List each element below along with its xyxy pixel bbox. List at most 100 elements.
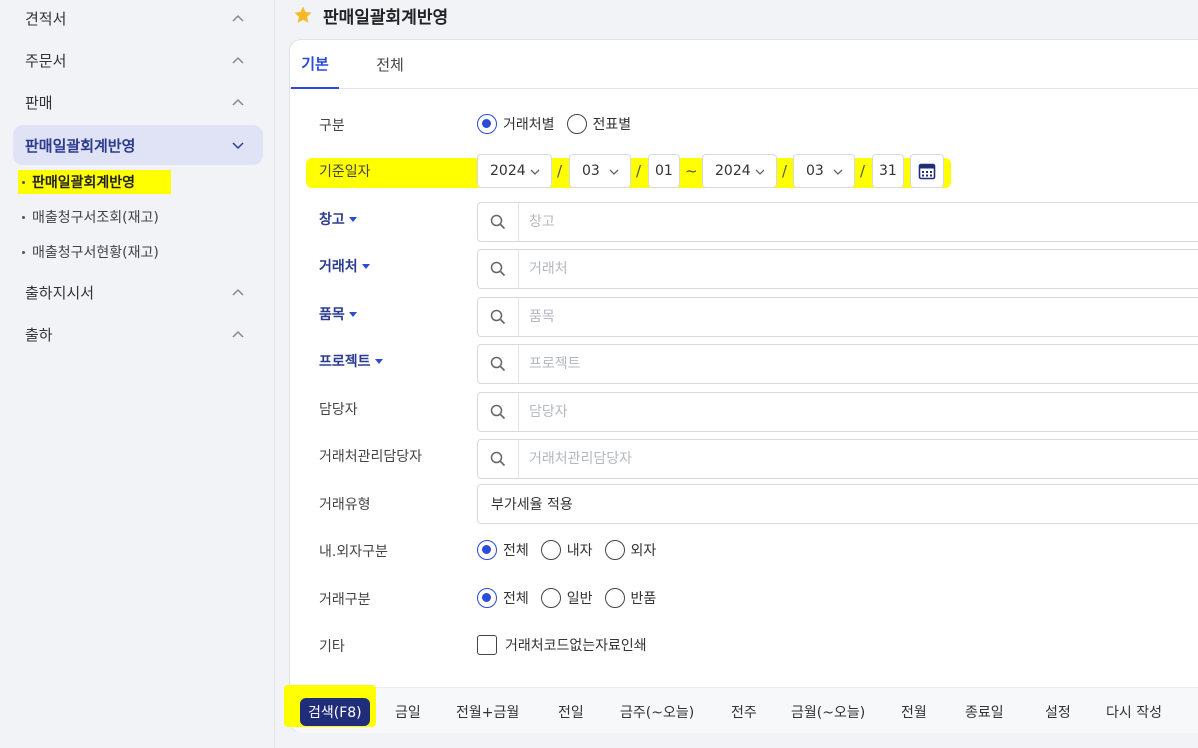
today-button[interactable]: 금일: [395, 698, 421, 726]
last-week-button[interactable]: 전주: [731, 698, 757, 726]
button-label: 금일: [395, 705, 421, 721]
button-label: 종료일: [965, 705, 1004, 721]
star-icon[interactable]: [293, 5, 313, 25]
date-separator: /: [636, 162, 642, 180]
print-no-customer-code-checkbox[interactable]: [477, 635, 497, 655]
sidebar: 견적서 주문서 판매 판매일괄회계반영 판매일괄회계반영 매출청구서조회(재고)…: [0, 0, 275, 748]
yesterday-button[interactable]: 전일: [558, 698, 584, 726]
select-value: 2024: [715, 163, 751, 179]
sidebar-item-sales[interactable]: 판매: [13, 82, 263, 122]
search-button[interactable]: [478, 250, 519, 288]
etc-checkbox-group: 거래처코드없는자료인쇄: [477, 635, 659, 655]
sidebar-subitem-label: 판매일괄회계반영: [32, 175, 136, 191]
search-icon: [490, 451, 506, 467]
radio-by-customer[interactable]: [477, 114, 497, 134]
chevron-down-icon: [530, 169, 540, 175]
manager-input[interactable]: [529, 402, 929, 422]
sidebar-item-batch-accounting[interactable]: 판매일괄회계반영: [13, 125, 263, 165]
label-text: 프로젝트: [319, 354, 371, 370]
sidebar-subitem-batch-accounting[interactable]: 판매일괄회계반영: [18, 170, 172, 194]
search-icon: [490, 356, 506, 372]
field-value: 부가세율 적용: [491, 497, 573, 513]
to-year-select[interactable]: 2024: [702, 154, 777, 188]
etc-label: 기타: [319, 639, 345, 655]
prev-month-plus-this-month-button[interactable]: 전월+금월: [456, 698, 519, 726]
radio-all[interactable]: [477, 540, 497, 560]
customer-input[interactable]: [529, 259, 929, 279]
search-button[interactable]: [478, 298, 519, 336]
to-day-input[interactable]: 31: [872, 154, 904, 188]
to-month-select[interactable]: 03: [793, 154, 855, 188]
project-input[interactable]: [529, 354, 929, 374]
radio-label: 일반: [566, 591, 593, 607]
customer-manager-input[interactable]: [529, 449, 647, 469]
this-month-button[interactable]: 금월(~오늘): [791, 698, 865, 726]
radio-normal[interactable]: [540, 588, 561, 608]
search-button[interactable]: [478, 345, 519, 383]
sidebar-subitem-invoice-status[interactable]: 매출청구서현황(재고): [18, 240, 159, 264]
radio-label: 전체: [503, 591, 529, 607]
last-month-button[interactable]: 전월: [901, 698, 927, 726]
from-day-input[interactable]: 01: [648, 154, 680, 188]
item-input[interactable]: [529, 307, 929, 327]
chevron-down-icon: [232, 142, 244, 150]
calendar-button[interactable]: [910, 154, 944, 188]
project-label[interactable]: 프로젝트: [319, 350, 383, 372]
customer-manager-label: 거래처관리담당자: [319, 449, 423, 465]
radio-all[interactable]: [477, 588, 497, 608]
sidebar-item-label: 주문서: [25, 51, 67, 70]
item-label[interactable]: 품목: [319, 303, 357, 325]
type-radio-group: 거래처별 전표별: [477, 114, 643, 134]
radio-domestic[interactable]: [540, 540, 561, 560]
search-button[interactable]: [478, 393, 519, 431]
radio-return[interactable]: [604, 588, 625, 608]
radio-by-slip[interactable]: [566, 114, 587, 134]
checkbox-label: 거래처코드없는자료인쇄: [505, 638, 647, 654]
sidebar-item-quotation[interactable]: 견적서: [13, 0, 263, 38]
from-year-select[interactable]: 2024: [477, 154, 552, 188]
customer-manager-search-field: [477, 439, 1198, 479]
sidebar-subitem-label: 매출청구서조회(재고): [32, 210, 159, 226]
radio-label: 외자: [630, 543, 657, 559]
type-label: 구분: [319, 118, 345, 134]
page-header: 판매일괄회계반영: [293, 0, 448, 30]
customer-label[interactable]: 거래처: [319, 255, 370, 277]
chevron-up-icon: [232, 14, 244, 22]
warehouse-input[interactable]: [529, 212, 929, 232]
sidebar-subitem-invoice-inquiry[interactable]: 매출청구서조회(재고): [18, 205, 159, 229]
warehouse-search-field: [477, 202, 1198, 242]
sidebar-item-label: 견적서: [25, 9, 67, 28]
manager-label: 담당자: [319, 402, 358, 418]
radio-foreign[interactable]: [604, 540, 625, 560]
settings-button[interactable]: 설정: [1045, 698, 1071, 726]
warehouse-label[interactable]: 창고: [319, 208, 357, 230]
select-value: 2024: [490, 163, 526, 179]
trade-kind-label: 거래구분: [319, 592, 371, 608]
search-icon: [490, 214, 506, 230]
this-week-button[interactable]: 금주(~오늘): [620, 698, 694, 726]
search-icon: [490, 309, 506, 325]
end-date-button[interactable]: 종료일: [965, 698, 1004, 726]
tab-basic[interactable]: 기본: [291, 40, 339, 89]
search-f8-button[interactable]: 검색(F8): [300, 698, 370, 726]
chevron-down-icon: [833, 169, 843, 175]
button-label: 전일: [558, 705, 584, 721]
search-button[interactable]: [478, 440, 519, 478]
sidebar-item-shipping[interactable]: 출하: [13, 314, 263, 354]
search-icon: [490, 261, 506, 277]
sidebar-item-order[interactable]: 주문서: [13, 40, 263, 80]
from-month-select[interactable]: 03: [569, 154, 631, 188]
label-text: 품목: [319, 307, 345, 323]
search-button[interactable]: [478, 203, 519, 241]
button-label: 금월(~오늘): [791, 705, 866, 721]
reset-button[interactable]: 다시 작성: [1106, 698, 1162, 726]
sidebar-item-label: 판매일괄회계반영: [25, 136, 136, 155]
chevron-down-icon: [609, 169, 619, 175]
input-value: 01: [655, 163, 673, 179]
trade-type-field[interactable]: 부가세율 적용: [477, 484, 1198, 524]
sidebar-item-label: 판매: [25, 93, 53, 112]
sidebar-item-shipping-order[interactable]: 출하지시서: [13, 272, 263, 312]
caret-down-icon: [374, 358, 383, 364]
search-panel: 기본 전체 구분 거래처별 전표별 기준일자 2024 / 03 / 01 ~ …: [284, 39, 1198, 733]
tab-all[interactable]: 전체: [372, 40, 408, 89]
